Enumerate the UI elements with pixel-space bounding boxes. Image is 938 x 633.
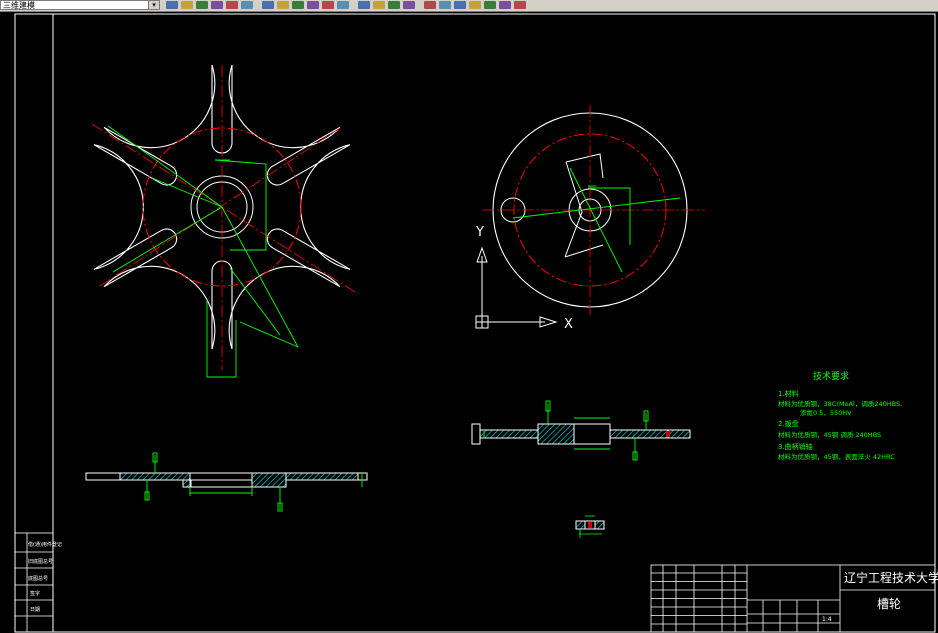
standard-toolbar: 三维建模 ▾ (0, 0, 938, 12)
properties-icon[interactable] (424, 1, 436, 9)
strip-label-1: 借(通)用件登记 (28, 541, 62, 548)
cut-icon[interactable] (262, 1, 274, 9)
crank-pin-part (575, 515, 605, 538)
strip-label-2: 旧底图总号 (28, 558, 53, 565)
zoom-previous-icon[interactable] (403, 1, 415, 9)
radial-centerlines (91, 65, 356, 370)
title-block-school: 辽宁工程技术大学 (844, 570, 938, 585)
disc-dimensions (512, 167, 681, 273)
matchprop-icon[interactable] (307, 1, 319, 9)
zoom-window-icon[interactable] (388, 1, 400, 9)
ucs-icon (475, 246, 558, 329)
redo-icon[interactable] (337, 1, 349, 9)
designcenter-icon[interactable] (439, 1, 451, 9)
zoom-realtime-icon[interactable] (373, 1, 385, 9)
front-view-dimensions (107, 125, 299, 378)
plot-icon[interactable] (211, 1, 223, 9)
disc-centerlines (482, 105, 705, 315)
drawing-frame (14, 13, 936, 633)
drawing-canvas[interactable]: 借(通)用件登记 旧底图总号 底图总号 签字 日期 X Y 技术要求 1.材料 … (0, 12, 938, 633)
title-block-scale: 1:4 (822, 616, 832, 623)
title-block-part-name: 槽轮 (877, 597, 901, 611)
toolpalette-icon[interactable] (454, 1, 466, 9)
ucs-x-label: X (564, 317, 573, 332)
save-icon[interactable] (196, 1, 208, 9)
technical-requirements: 技术要求 1.材料 材料为优质钢，38CrMoAl，调质240HBS, 渗氮0.… (778, 370, 902, 461)
tech-req-item1-line2: 渗氮0.5，550HV (800, 408, 852, 417)
tech-req-item1-line1: 材料为优质钢，38CrMoAl，调质240HBS, (778, 399, 902, 408)
tech-req-item2-line1: 材料为优质钢，45钢 调质 240HBS (778, 430, 881, 439)
sheetset-icon[interactable] (469, 1, 481, 9)
tech-req-item3-title: 3.曲柄销轴 (778, 442, 813, 451)
publish-icon[interactable] (241, 1, 253, 9)
tech-req-title: 技术要求 (813, 370, 849, 382)
layer-dropdown-value: 三维建模 (3, 1, 35, 10)
layer-dropdown[interactable]: 三维建模 ▾ (0, 0, 160, 10)
chevron-down-icon[interactable]: ▾ (148, 1, 159, 9)
strip-label-4: 签字 (30, 590, 40, 597)
layer-icon[interactable] (514, 1, 526, 9)
dial-disc-section-view (471, 400, 691, 461)
tech-req-item1-title: 1.材料 (778, 389, 799, 398)
paste-icon[interactable] (292, 1, 304, 9)
markup-icon[interactable] (484, 1, 496, 9)
ucs-y-label: Y (475, 225, 484, 240)
calc-icon[interactable] (499, 1, 511, 9)
strip-label-5: 日期 (30, 607, 40, 613)
preview-icon[interactable] (226, 1, 238, 9)
geneva-wheel-section-view (85, 452, 368, 512)
copy-icon[interactable] (277, 1, 289, 9)
dial-disc-front-view (482, 105, 705, 315)
strip-label-3: 底图总号 (28, 575, 48, 582)
open-icon[interactable] (181, 1, 193, 9)
toolbar-icon-row (166, 1, 526, 10)
undo-icon[interactable] (322, 1, 334, 9)
geneva-wheel-front-view (91, 64, 356, 378)
tech-req-item3-line1: 材料为优质钢，45钢，表面淬火 42HRC (778, 452, 895, 461)
tech-req-item2-title: 2.拨盘 (778, 419, 799, 428)
new-icon[interactable] (166, 1, 178, 9)
pan-icon[interactable] (358, 1, 370, 9)
